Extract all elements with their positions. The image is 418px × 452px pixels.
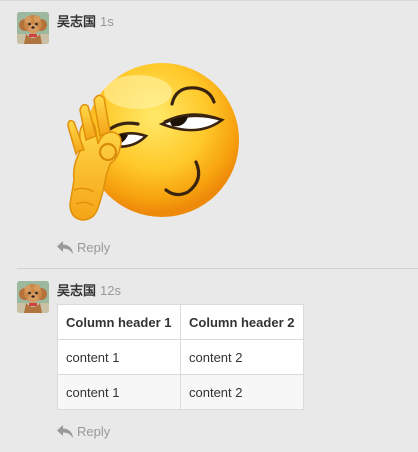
timestamp: 1s	[100, 14, 114, 29]
table-header-row: Column header 1 Column header 2	[57, 304, 304, 340]
message-divider	[17, 268, 418, 269]
reply-button[interactable]: Reply	[57, 238, 110, 256]
avatar[interactable]	[17, 281, 49, 313]
table-cell: content 2	[180, 374, 304, 410]
message-table: Column header 1 Column header 2 content …	[57, 304, 304, 410]
reply-button[interactable]: Reply	[57, 422, 110, 440]
table-header-cell: Column header 1	[57, 304, 181, 340]
table-cell: content 1	[57, 374, 181, 410]
chat-page: 吴志国 1s Reply 吴志国 12s Column header 1 Col…	[0, 0, 418, 452]
table-cell: content 2	[180, 339, 304, 375]
author-name[interactable]: 吴志国	[57, 283, 96, 298]
table-cell: content 1	[57, 339, 181, 375]
timestamp: 12s	[100, 283, 121, 298]
ok-hand-smirk-emoji-icon	[67, 63, 239, 221]
table-row: content 1 content 2	[57, 374, 304, 410]
table-header-cell: Column header 2	[180, 304, 304, 340]
dog-avatar-icon	[17, 281, 49, 313]
dog-avatar-icon	[17, 12, 49, 44]
reply-icon	[57, 424, 73, 438]
reply-label: Reply	[77, 239, 111, 255]
top-divider	[0, 0, 418, 1]
author-name[interactable]: 吴志国	[57, 14, 96, 29]
message-header: 吴志国 12s	[57, 283, 121, 299]
table-row: content 1 content 2	[57, 339, 304, 375]
message-header: 吴志国 1s	[57, 14, 114, 30]
avatar[interactable]	[17, 12, 49, 44]
reply-icon	[57, 240, 73, 254]
reply-label: Reply	[77, 423, 111, 439]
